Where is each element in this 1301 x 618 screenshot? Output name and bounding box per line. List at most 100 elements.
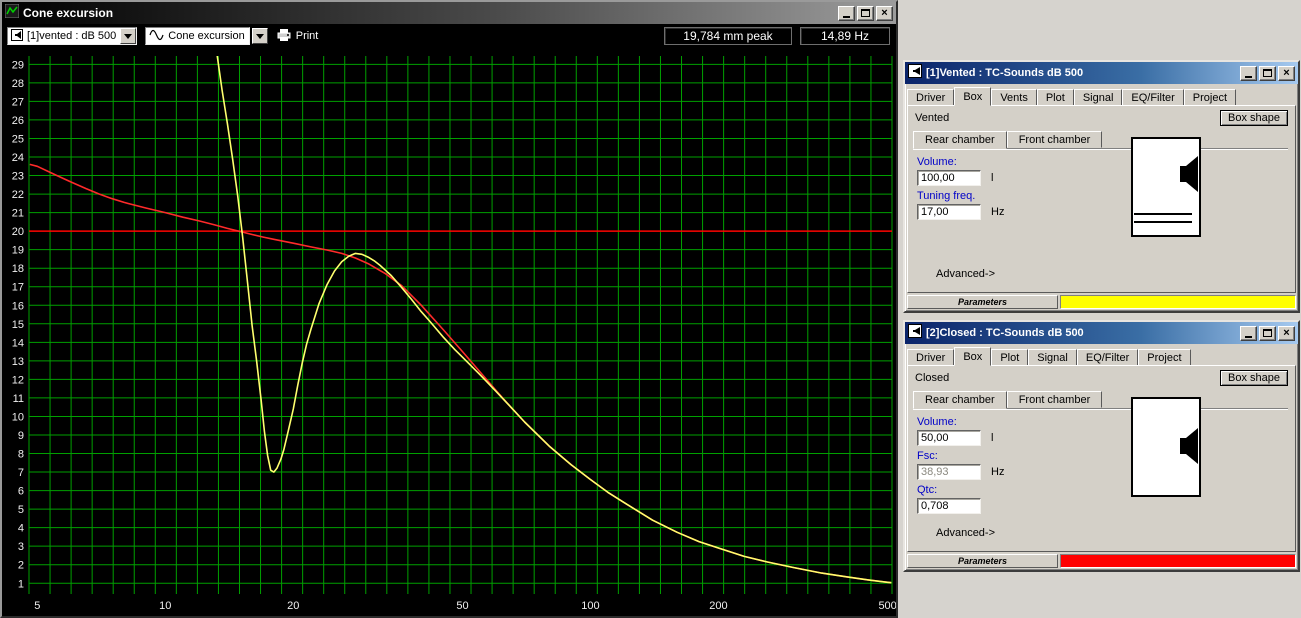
minimize-icon[interactable] (1240, 66, 1257, 81)
tab-front-chamber[interactable]: Front chamber (1007, 391, 1103, 408)
tab-vents[interactable]: Vents (991, 89, 1037, 105)
qtc-label: Qtc: (917, 484, 1077, 496)
maximize-icon[interactable] (857, 6, 874, 21)
svg-text:25: 25 (12, 133, 24, 145)
volume-input[interactable] (917, 430, 981, 446)
close-icon[interactable]: × (876, 6, 893, 21)
closed-window-title: [2]Closed : TC-Sounds dB 500 (926, 327, 1236, 339)
main-titlebar[interactable]: Cone excursion × (2, 2, 896, 24)
closed-box-window: [2]Closed : TC-Sounds dB 500 × Driver Bo… (903, 320, 1300, 572)
speaker-box-icon (908, 64, 922, 83)
plot-type-value: Cone excursion (164, 30, 248, 42)
volume-unit: l (991, 172, 993, 184)
tab-rear-chamber[interactable]: Rear chamber (913, 131, 1007, 149)
svg-text:200: 200 (709, 600, 727, 612)
svg-text:4: 4 (18, 523, 24, 535)
svg-text:6: 6 (18, 486, 24, 498)
tuning-freq-unit: Hz (991, 206, 1004, 218)
cone-excursion-window: Cone excursion × [1]vented : dB 500 Cone… (0, 0, 898, 618)
waveform-icon (149, 29, 164, 44)
main-toolbar: [1]vented : dB 500 Cone excursion Print … (2, 24, 896, 48)
tab-signal[interactable]: Signal (1028, 349, 1077, 365)
svg-text:100: 100 (581, 600, 599, 612)
parameters-button[interactable]: Parameters (907, 554, 1058, 568)
svg-text:18: 18 (12, 263, 24, 275)
main-window-title: Cone excursion (23, 6, 834, 20)
tab-driver[interactable]: Driver (907, 89, 954, 105)
svg-text:20: 20 (287, 600, 299, 612)
svg-text:23: 23 (12, 171, 24, 183)
chamber-tab-bar: Rear chamber Front chamber (913, 131, 1288, 149)
svg-text:12: 12 (12, 374, 24, 386)
minimize-icon[interactable] (838, 6, 855, 21)
svg-text:21: 21 (12, 208, 24, 220)
plot-type-dropdown-arrow-icon[interactable] (252, 28, 268, 44)
print-button[interactable]: Print (276, 28, 319, 45)
svg-text:2: 2 (18, 560, 24, 572)
speaker-box-icon (11, 29, 23, 44)
volume-unit: l (991, 432, 993, 444)
maximize-icon[interactable] (1259, 66, 1276, 81)
excursion-chart: 1234567891011121314151617181920212223242… (2, 48, 896, 616)
advanced-link[interactable]: Advanced-> (936, 527, 995, 539)
tab-project[interactable]: Project (1138, 349, 1190, 365)
project-dropdown-arrow-icon[interactable] (120, 28, 136, 44)
vented-status-row: Parameters (907, 295, 1296, 309)
svg-text:27: 27 (12, 96, 24, 108)
svg-text:8: 8 (18, 449, 24, 461)
svg-text:50: 50 (456, 600, 468, 612)
tab-box[interactable]: Box (954, 87, 991, 106)
svg-text:20: 20 (12, 226, 24, 238)
vented-window-titlebar[interactable]: [1]Vented : TC-Sounds dB 500 × (905, 62, 1298, 84)
chart-icon (5, 4, 19, 23)
project-selector[interactable]: [1]vented : dB 500 (7, 27, 137, 45)
maximize-icon[interactable] (1259, 326, 1276, 341)
svg-text:26: 26 (12, 115, 24, 127)
tab-box[interactable]: Box (954, 347, 991, 366)
closed-tab-bar: Driver Box Plot Signal EQ/Filter Project (905, 344, 1298, 365)
close-icon[interactable]: × (1278, 326, 1295, 341)
tab-eq-filter[interactable]: EQ/Filter (1077, 349, 1138, 365)
svg-text:17: 17 (12, 282, 24, 294)
advanced-link[interactable]: Advanced-> (936, 268, 995, 280)
fsc-unit: Hz (991, 466, 1004, 478)
project-selector-value: [1]vented : dB 500 (23, 30, 120, 42)
vented-box-diagram (1130, 136, 1202, 238)
print-label: Print (296, 30, 319, 42)
close-icon[interactable]: × (1278, 66, 1295, 81)
speaker-box-icon (908, 324, 922, 343)
plot-type-selector[interactable]: Cone excursion (145, 27, 249, 45)
closed-window-titlebar[interactable]: [2]Closed : TC-Sounds dB 500 × (905, 322, 1298, 344)
svg-text:1: 1 (18, 578, 24, 590)
svg-text:10: 10 (159, 600, 171, 612)
tab-project[interactable]: Project (1184, 89, 1236, 105)
peak-readout: 19,784 mm peak (664, 27, 792, 45)
svg-text:5: 5 (18, 504, 24, 516)
box-type-label: Vented (915, 112, 949, 124)
chamber-tab-bar: Rear chamber Front chamber (913, 391, 1288, 409)
desktop: Cone excursion × [1]vented : dB 500 Cone… (0, 0, 1301, 618)
tab-eq-filter[interactable]: EQ/Filter (1122, 89, 1183, 105)
tab-plot[interactable]: Plot (991, 349, 1028, 365)
volume-input[interactable] (917, 170, 981, 186)
tab-plot[interactable]: Plot (1037, 89, 1074, 105)
tab-driver[interactable]: Driver (907, 349, 954, 365)
parameters-button[interactable]: Parameters (907, 295, 1058, 309)
svg-text:13: 13 (12, 356, 24, 368)
tab-signal[interactable]: Signal (1074, 89, 1123, 105)
svg-text:3: 3 (18, 541, 24, 553)
box-shape-button[interactable]: Box shape (1220, 110, 1288, 126)
tab-rear-chamber[interactable]: Rear chamber (913, 391, 1007, 409)
tuning-freq-label: Tuning freq. (917, 190, 1077, 202)
vented-tab-bar: Driver Box Vents Plot Signal EQ/Filter P… (905, 84, 1298, 105)
minimize-icon[interactable] (1240, 326, 1257, 341)
tab-front-chamber[interactable]: Front chamber (1007, 131, 1103, 148)
box-shape-button[interactable]: Box shape (1220, 370, 1288, 386)
tuning-freq-input[interactable] (917, 204, 981, 220)
fsc-label: Fsc: (917, 450, 1077, 462)
qtc-input[interactable] (917, 498, 981, 514)
svg-text:500: 500 (878, 600, 896, 612)
svg-text:19: 19 (12, 245, 24, 257)
printer-icon (276, 28, 292, 45)
svg-text:29: 29 (12, 59, 24, 71)
